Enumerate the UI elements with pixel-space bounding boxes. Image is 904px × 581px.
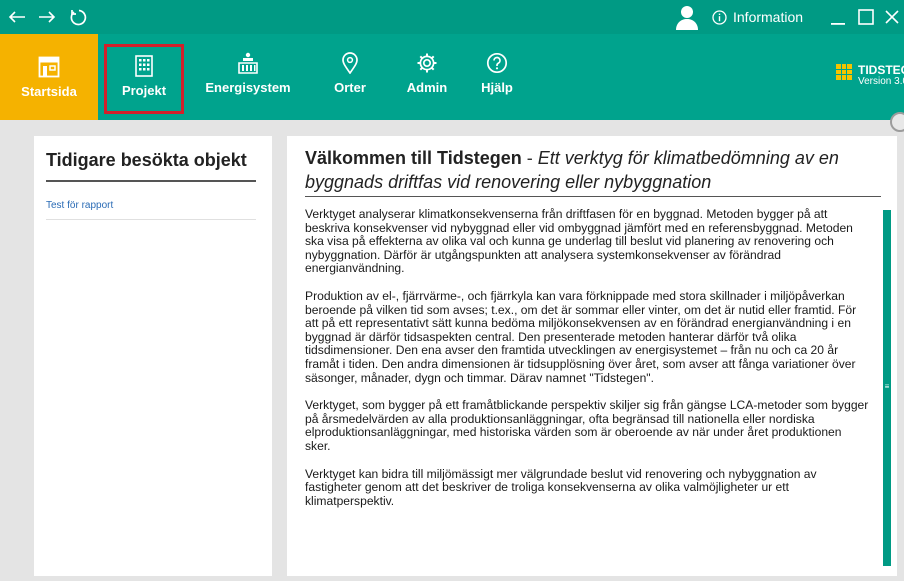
paragraph: Produktion av el-, fjärrvärme-, och fjär… <box>305 288 857 385</box>
nav-label: Admin <box>406 80 448 95</box>
nav-projekt[interactable]: Projekt <box>104 44 184 114</box>
tidstegen-logo-icon <box>836 64 852 80</box>
nav-energisystem[interactable]: Energisystem <box>198 46 298 112</box>
building-icon <box>134 53 154 79</box>
title-bar: Information <box>0 0 904 34</box>
recent-object-link[interactable]: Test för rapport <box>46 200 256 220</box>
help-icon <box>486 50 508 76</box>
welcome-panel: Välkommen till Tidstegen - Ett verktyg f… <box>287 136 897 576</box>
paragraph: Verktyget kan bidra till miljömässigt me… <box>305 466 817 508</box>
nav-startsida[interactable]: Startsida <box>0 34 98 120</box>
refresh-icon[interactable] <box>64 0 92 34</box>
nav-label: Projekt <box>121 83 167 98</box>
heading-dash: - <box>521 148 538 168</box>
brand-version: Version 3.0 <box>858 76 904 87</box>
scroll-grip-icon[interactable]: ≡ <box>884 382 890 392</box>
paragraph: Verktyget analyserar klimatkonsekvensern… <box>305 208 853 276</box>
nav-admin[interactable]: Admin <box>397 46 457 112</box>
information-label: Information <box>733 9 804 25</box>
map-pin-icon <box>341 50 359 76</box>
factory-icon <box>236 50 260 76</box>
divider <box>46 180 256 182</box>
welcome-heading: Välkommen till Tidstegen - Ett verktyg f… <box>305 146 865 194</box>
nav-label: Energisystem <box>205 80 291 95</box>
close-icon[interactable] <box>880 0 904 34</box>
nav-label: Startsida <box>21 84 77 99</box>
paragraph: Verktyget, som bygger på ett framåtblick… <box>305 398 869 453</box>
arrow-right-icon[interactable] <box>34 0 60 34</box>
heading-title: Välkommen till Tidstegen <box>305 148 522 168</box>
nav-hjalp[interactable]: Hjälp <box>472 46 522 112</box>
corner-toggle-icon[interactable] <box>890 112 904 132</box>
main-nav: Startsida Projekt Energisystem Orter Adm… <box>0 34 904 120</box>
recent-objects-panel: Tidigare besökta objekt Test för rapport <box>34 136 272 576</box>
app-brand: TIDSTEGEN Version 3.0 <box>836 64 904 88</box>
user-icon[interactable] <box>672 0 702 34</box>
minimize-icon[interactable] <box>824 0 852 34</box>
brand-title: TIDSTEGEN <box>858 63 904 77</box>
home-layout-icon <box>38 54 60 80</box>
divider <box>305 196 881 197</box>
nav-label: Orter <box>334 80 366 95</box>
nav-orter[interactable]: Orter <box>322 46 378 112</box>
nav-label: Hjälp <box>481 80 513 95</box>
info-icon <box>712 9 727 25</box>
information-button[interactable]: Information <box>712 0 822 34</box>
maximize-icon[interactable] <box>854 0 878 34</box>
recent-objects-title: Tidigare besökta objekt <box>46 150 247 170</box>
arrow-left-icon[interactable] <box>4 0 30 34</box>
welcome-body: Verktyget analyserar klimatkonsekvensern… <box>305 208 869 570</box>
gear-icon <box>416 50 438 76</box>
